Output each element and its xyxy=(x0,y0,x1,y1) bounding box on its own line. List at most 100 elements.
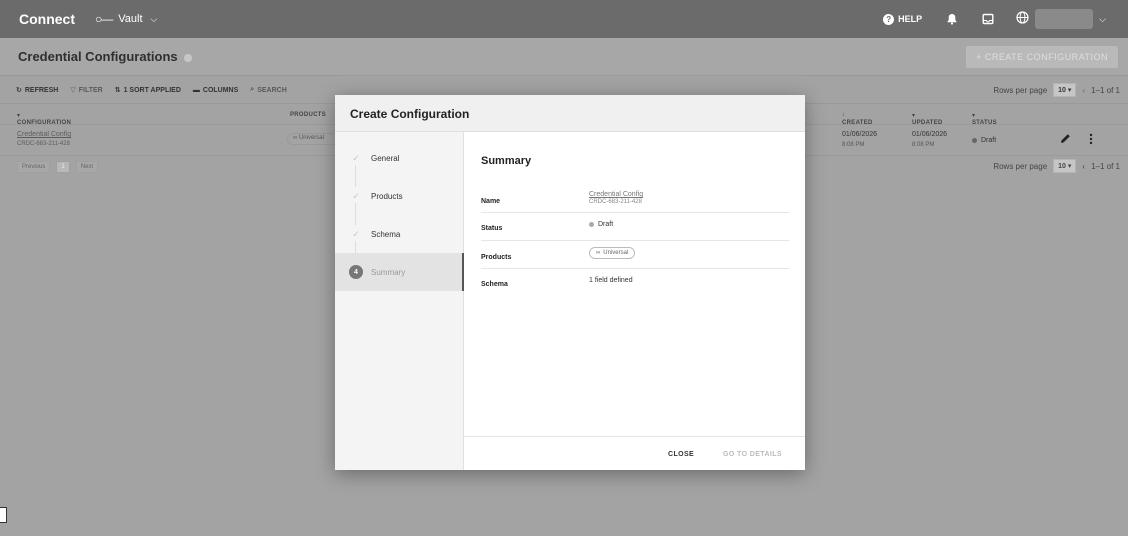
go-to-details-button[interactable]: GO TO DETAILS xyxy=(723,451,782,458)
workspace-selector[interactable]: ○— Vault ⌵ xyxy=(95,12,157,26)
globe-icon xyxy=(1016,11,1029,27)
created-time: 8:08 PM xyxy=(842,142,865,148)
name-link[interactable]: Credential Config xyxy=(589,191,643,198)
summary-panel: Summary Name Credential Config CRDC-683-… xyxy=(464,132,805,436)
summary-label: Schema xyxy=(481,281,508,288)
dialog-header: Create Configuration xyxy=(335,95,805,132)
search-label: SEARCH xyxy=(257,86,287,94)
rows-per-page-label: Rows per page xyxy=(993,85,1048,95)
summary-label: Status xyxy=(481,225,503,232)
refresh-button[interactable]: ↻ REFRESH xyxy=(16,86,59,95)
status-text: Draft xyxy=(598,221,614,228)
page-header: Credential Configurations + CREATE CONFI… xyxy=(0,38,1128,76)
status-label: Draft xyxy=(981,137,997,144)
step-schema[interactable]: ✓ Schema xyxy=(335,215,464,253)
refresh-icon: ↻ xyxy=(16,87,22,94)
search-button[interactable]: ⌕ SEARCH xyxy=(250,86,286,94)
stepper: ✓ General ✓ Products ✓ Schema 4 Summary xyxy=(335,132,464,470)
columns-button[interactable]: ▬ COLUMNS xyxy=(193,87,238,94)
check-icon: ✓ xyxy=(352,190,360,201)
filter-label: FILTER xyxy=(78,86,103,94)
kebab-menu-icon[interactable] xyxy=(1089,133,1093,147)
info-icon[interactable] xyxy=(183,53,192,62)
refresh-label: REFRESH xyxy=(24,86,59,94)
check-icon: ✓ xyxy=(352,152,360,163)
edit-icon[interactable] xyxy=(1060,133,1071,146)
summary-label: Products xyxy=(481,254,512,261)
pagination-bottom: Rows per page 10 ▾ ‹ 1–1 of 1 xyxy=(993,159,1120,173)
summary-value: Credential Config CRDC-683-211-428 xyxy=(589,191,643,205)
configuration-link[interactable]: Credential Config xyxy=(17,131,71,138)
avatar xyxy=(1035,9,1094,29)
pagination-top: Rows per page 10 ▾ ‹ 1–1 of 1 xyxy=(993,83,1120,97)
page-1-button[interactable]: 1 xyxy=(56,161,70,173)
step-summary[interactable]: 4 Summary xyxy=(335,253,464,291)
user-menu[interactable]: ⌵ xyxy=(1016,9,1106,29)
help-button[interactable]: ? HELP xyxy=(883,13,923,25)
sort-label: 1 SORT APPLIED xyxy=(123,86,181,94)
column-updated[interactable]: UPDATED ▾ xyxy=(912,112,942,126)
rows-per-page-label: Rows per page xyxy=(993,161,1048,171)
status-badge: Draft xyxy=(972,137,996,144)
summary-row-products: Products ∞ Universal xyxy=(481,241,789,269)
chevron-left-icon[interactable]: ‹ xyxy=(1082,162,1085,171)
step-label: General xyxy=(371,153,400,163)
check-icon: ✓ xyxy=(352,228,360,239)
create-configuration-dialog: Create Configuration ✓ General ✓ Product… xyxy=(335,95,805,470)
rows-per-page-select[interactable]: 10 ▾ xyxy=(1053,159,1077,173)
summary-row-name: Name Credential Config CRDC-683-211-428 xyxy=(481,189,789,213)
column-status[interactable]: STATUS ▾ xyxy=(972,112,997,126)
infinity-icon: ∞ xyxy=(596,250,601,256)
step-products[interactable]: ✓ Products xyxy=(335,177,464,215)
configuration-id: CRDC-683-211-428 xyxy=(17,141,70,147)
pager: Previous 1 Next xyxy=(17,161,99,173)
search-icon: ⌕ xyxy=(250,86,255,93)
column-created[interactable]: CREATED ↓ xyxy=(842,112,872,126)
dialog-title: Create Configuration xyxy=(350,107,470,121)
workspace-label: Vault xyxy=(118,13,143,25)
step-label: Products xyxy=(371,191,403,201)
updated-time: 8:08 PM xyxy=(912,142,935,148)
columns-icon: ▬ xyxy=(192,86,200,94)
chevron-left-icon[interactable]: ‹ xyxy=(1082,86,1085,95)
next-button[interactable]: Next xyxy=(75,161,99,173)
summary-title: Summary xyxy=(481,155,532,167)
help-label: HELP xyxy=(898,14,923,24)
step-number-icon: 4 xyxy=(349,265,363,279)
rows-per-page-select[interactable]: 10 ▾ xyxy=(1053,83,1077,97)
page-title: Credential Configurations xyxy=(18,49,192,64)
previous-button[interactable]: Previous xyxy=(17,161,51,173)
summary-value: ∞ Universal xyxy=(589,247,636,259)
edge-widget xyxy=(0,507,7,523)
range-label: 1–1 of 1 xyxy=(1091,85,1120,95)
status-dot-icon xyxy=(972,138,977,143)
brand-logo[interactable]: Connect xyxy=(19,11,75,27)
product-chip-label: Universal xyxy=(298,135,324,141)
close-button[interactable]: CLOSE xyxy=(668,451,694,458)
sort-icon: ⇅ xyxy=(114,87,121,94)
product-chip: ∞ Universal xyxy=(589,247,636,259)
chevron-down-icon: ⌵ xyxy=(1099,13,1106,24)
app-topbar: Connect ○— Vault ⌵ ? HELP ⌵ xyxy=(0,0,1128,38)
name-id: CRDC-683-211-428 xyxy=(589,199,642,205)
key-icon: ○— xyxy=(95,12,113,26)
sort-button[interactable]: ⇅ 1 SORT APPLIED xyxy=(114,86,181,95)
dialog-footer: CLOSE GO TO DETAILS xyxy=(464,436,805,470)
step-label: Schema xyxy=(371,229,401,239)
inbox-icon[interactable] xyxy=(980,11,996,27)
range-label: 1–1 of 1 xyxy=(1091,161,1120,171)
column-products[interactable]: PRODUCTS xyxy=(290,112,326,118)
columns-label: COLUMNS xyxy=(202,86,239,94)
filter-icon: ▽ xyxy=(70,87,76,94)
status-dot-icon xyxy=(589,222,594,227)
created-date: 01/06/2026 xyxy=(842,131,878,138)
summary-value: 1 field defined xyxy=(589,277,633,284)
step-general[interactable]: ✓ General xyxy=(335,139,464,177)
filter-button[interactable]: ▽ FILTER xyxy=(70,86,103,95)
column-configuration[interactable]: CONFIGURATION ▾ xyxy=(17,112,71,126)
bell-icon[interactable] xyxy=(944,11,960,27)
step-label: Summary xyxy=(371,267,406,277)
product-chip-label: Universal xyxy=(603,250,629,256)
help-icon: ? xyxy=(883,13,895,25)
create-configuration-button[interactable]: + CREATE CONFIGURATION xyxy=(966,46,1118,68)
